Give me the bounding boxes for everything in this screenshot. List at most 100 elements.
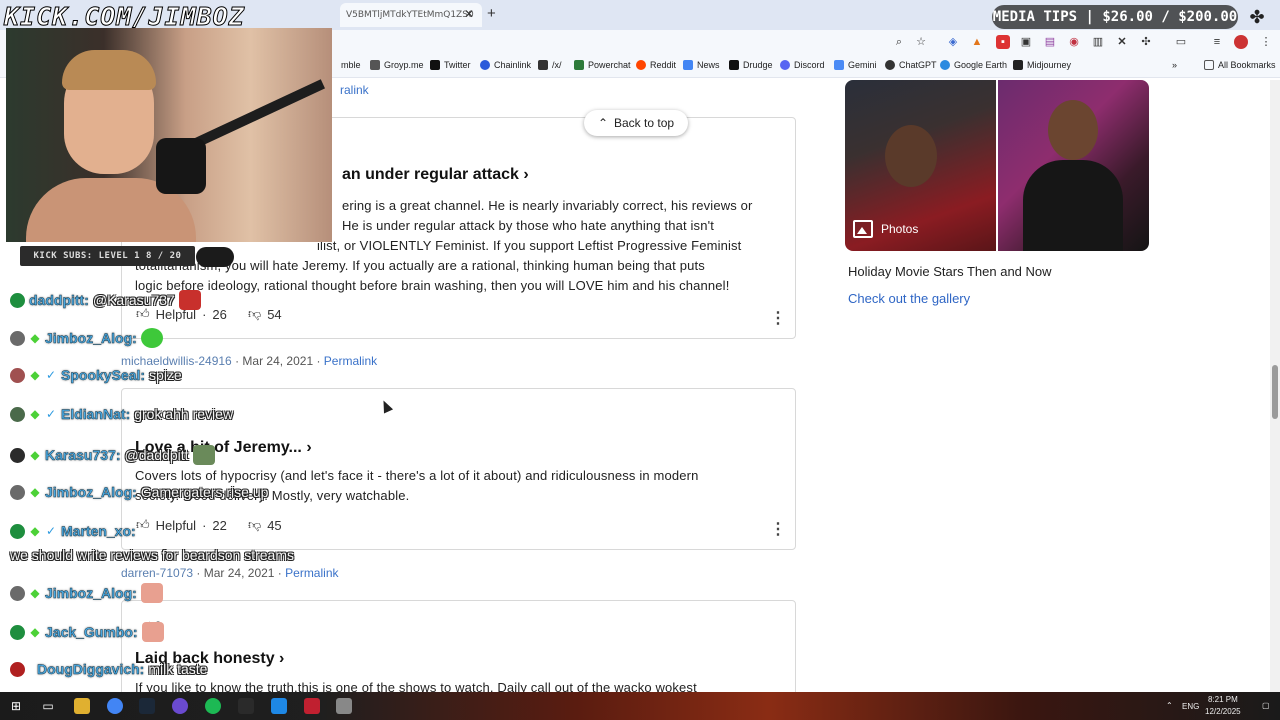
sub-badge-icon: ◆ <box>30 524 40 538</box>
chat-avatar <box>10 624 25 640</box>
chat-username[interactable]: SpookySeal: <box>61 367 145 383</box>
permalink[interactable]: ralink <box>340 83 369 97</box>
chat-username[interactable]: Karasu737: <box>45 447 121 463</box>
chat-username[interactable]: Jimboz_Alog: <box>45 484 137 500</box>
chat-username[interactable]: Marten_xo: <box>61 523 136 539</box>
chat-message: ◆ ✓ SpookySeal: spize <box>10 367 182 383</box>
chat-username[interactable]: Jack_Gumbo: <box>45 624 138 640</box>
chat-avatar <box>10 661 25 677</box>
chat-username[interactable]: daddpitt: <box>29 292 89 308</box>
x-extension-icon[interactable]: ✕ <box>1115 35 1129 49</box>
profile-avatar[interactable] <box>1234 35 1248 49</box>
bookmark-item[interactable]: Discord <box>780 60 825 70</box>
app-icon[interactable] <box>336 698 352 714</box>
bookmark-item[interactable]: Chainlink <box>480 60 531 70</box>
x-icon <box>430 60 440 70</box>
all-bookmarks[interactable]: All Bookmarks <box>1204 60 1276 70</box>
language-indicator[interactable]: ENG <box>1182 702 1199 711</box>
puzzle-extensions-icon[interactable]: ✣ <box>1139 35 1153 49</box>
bookmark-star-icon[interactable]: ☆ <box>914 35 928 49</box>
permalink[interactable]: Permalink <box>285 566 338 580</box>
review-author[interactable]: darren-71073 <box>121 566 193 580</box>
bookmark-item[interactable]: Gemini <box>834 60 877 70</box>
review-card: ★8 Laid back honesty › If you like to kn… <box>121 600 796 700</box>
kebab-menu-icon[interactable]: ⋮ <box>1259 35 1273 49</box>
review-body-line: logic before ideology, rational thought … <box>135 278 730 293</box>
extension-icon[interactable]: ▣ <box>1019 35 1033 49</box>
thumbs-down-icon: 👎︎ <box>248 517 262 532</box>
webcam-feed <box>6 28 332 242</box>
app-icon[interactable] <box>271 698 287 714</box>
chat-avatar <box>10 523 25 539</box>
bookmark-item[interactable]: Midjourney <box>1013 60 1071 70</box>
cast-icon[interactable]: ▭ <box>1174 35 1188 49</box>
scrollbar[interactable] <box>1270 80 1280 692</box>
extension-icon[interactable]: ▥ <box>1091 35 1105 49</box>
chat-username[interactable]: DougDiggavich: <box>37 661 145 677</box>
review-author[interactable]: michaeldwillis-24916 <box>121 354 232 368</box>
bookmark-item[interactable]: mble <box>341 60 361 70</box>
chat-username[interactable]: EldianNat: <box>61 406 131 422</box>
news-icon <box>683 60 693 70</box>
sub-badge-icon: ◆ <box>30 625 40 639</box>
photos-gallery-tile[interactable]: Photos <box>845 80 1149 251</box>
chat-username[interactable]: Jimboz_Alog: <box>45 585 137 601</box>
menu-icon[interactable]: ≡ <box>1210 35 1224 49</box>
spotify-icon[interactable] <box>205 698 221 714</box>
review-title[interactable]: an under regular attack › <box>342 166 529 184</box>
notifications-icon[interactable]: ▢ <box>1262 701 1270 710</box>
tab-close-icon[interactable]: ✕ <box>464 7 474 21</box>
bookmark-item[interactable]: Twitter <box>430 60 471 70</box>
unhelpful-button[interactable]: 👎︎ 54 <box>248 306 282 322</box>
bookmark-item[interactable]: Groyp.me <box>370 60 424 70</box>
folder-icon <box>1204 60 1214 70</box>
helpful-button[interactable]: 👍︎ Helpful · 22 <box>136 517 227 533</box>
chat-text: spize <box>149 367 182 383</box>
obs-icon[interactable] <box>172 698 188 714</box>
bookmark-item[interactable]: ChatGPT <box>885 60 937 70</box>
zoom-icon[interactable]: ⌕ <box>892 35 906 49</box>
sub-badge-icon: ◆ <box>30 368 40 382</box>
chat-text: milk taste <box>148 661 208 677</box>
metamask-icon[interactable]: ▲ <box>970 35 984 49</box>
clock-date[interactable]: 12/2/2025 <box>1205 707 1241 716</box>
tray-chevron-icon[interactable]: ⌃ <box>1166 701 1173 710</box>
more-options-icon[interactable]: ⋮ <box>770 519 786 539</box>
permalink[interactable]: Permalink <box>324 354 377 368</box>
bookmark-item[interactable]: Drudge <box>729 60 773 70</box>
google-earth-icon <box>940 60 950 70</box>
review-body-line: He is under regular attack by those who … <box>342 218 714 233</box>
extension-icon[interactable]: ▤ <box>1043 35 1057 49</box>
chat-message: ◆ Jimboz_Alog: Gamergaters rise up <box>10 484 268 500</box>
clock-time[interactable]: 8:21 PM <box>1208 695 1238 704</box>
chrome-icon[interactable] <box>107 698 123 714</box>
bookmark-item[interactable]: Reddit <box>636 60 676 70</box>
bookmark-item[interactable]: Powerchat <box>574 60 631 70</box>
steam-icon[interactable] <box>139 698 155 714</box>
gallery-link[interactable]: Check out the gallery <box>848 291 970 306</box>
unhelpful-button[interactable]: 👎︎ 45 <box>248 517 282 533</box>
back-to-top-button[interactable]: ⌃ Back to top <box>584 110 688 136</box>
app-icon[interactable] <box>304 698 320 714</box>
media-tips-logo-icon: ✤ <box>1249 7 1265 27</box>
review-meta: michaeldwillis-24916 · Mar 24, 2021 · Pe… <box>121 354 378 368</box>
new-tab-button[interactable]: + <box>487 5 496 22</box>
browser-tab-active[interactable]: V5BMTljMTdkYTEtMmQ1ZS0 <box>340 3 482 27</box>
extension-icon[interactable]: ◉ <box>1067 35 1081 49</box>
windows-start-icon[interactable]: ⊞ <box>8 698 24 714</box>
task-view-icon[interactable]: ▭ <box>40 698 56 714</box>
bookmark-item[interactable]: News <box>683 60 720 70</box>
chat-avatar <box>10 585 25 601</box>
subs-goal-bar: KICK SUBS: LEVEL 1 8 / 20 <box>20 246 195 266</box>
bookmark-item[interactable]: /x/ <box>538 60 562 70</box>
chat-username[interactable]: Jimboz_Alog: <box>45 330 137 346</box>
scrollbar-thumb[interactable] <box>1272 365 1278 419</box>
bookmarks-overflow-icon[interactable]: » <box>1172 60 1177 70</box>
extension-icon[interactable]: ◈ <box>946 35 960 49</box>
terminal-icon[interactable] <box>238 698 254 714</box>
review-body-line: ilist, or VIOLENTLY Feminist. If you sup… <box>317 238 742 253</box>
file-explorer-icon[interactable] <box>74 698 90 714</box>
bookmark-item[interactable]: Google Earth <box>940 60 1007 70</box>
extension-badge-icon[interactable]: ▪ <box>996 35 1010 49</box>
more-options-icon[interactable]: ⋮ <box>770 308 786 328</box>
